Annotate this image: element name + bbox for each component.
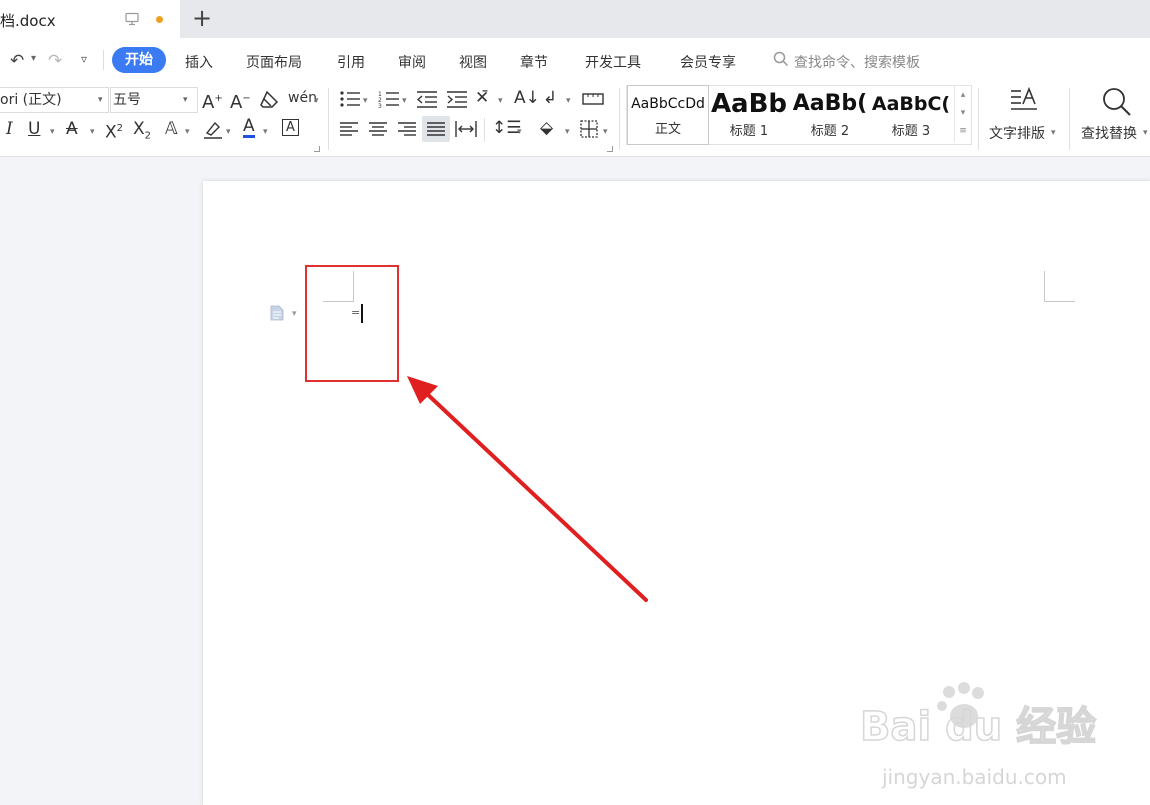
watermark-brand: Bai du 经验 [860,704,1096,750]
watermark-url: jingyan.baidu.com [881,765,1067,789]
baidu-jingyan-watermark: Bai du 经验 jingyan.baidu.com [860,682,1097,789]
